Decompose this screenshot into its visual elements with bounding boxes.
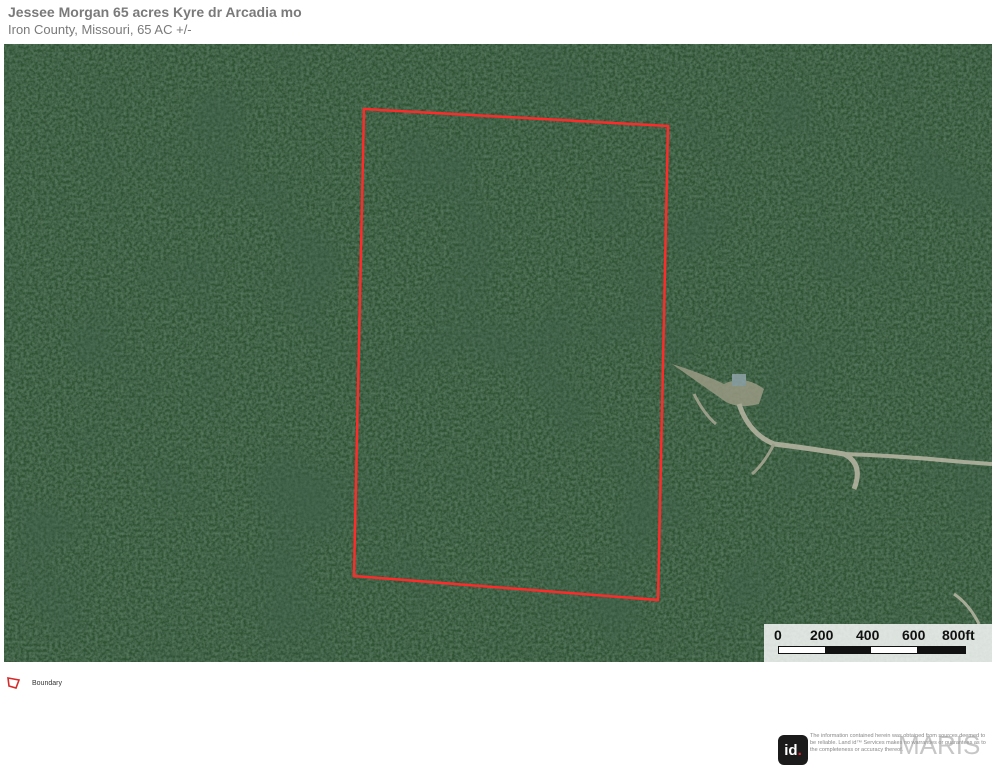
map-legend: Boundary — [6, 676, 62, 690]
map-title: Jessee Morgan 65 acres Kyre dr Arcadia m… — [8, 4, 302, 20]
map-subtitle: Iron County, Missouri, 65 AC +/- — [8, 22, 192, 37]
maris-watermark: MARIS — [898, 730, 981, 760]
scale-label-0: 0 — [774, 627, 782, 643]
scale-label-800ft: 800ft — [942, 627, 975, 643]
land-id-logo: id. — [778, 735, 808, 765]
building-roof — [732, 374, 746, 386]
scale-segment — [825, 647, 871, 653]
legend-label-boundary: Boundary — [32, 679, 62, 687]
satellite-imagery — [4, 44, 992, 662]
scale-label-600: 600 — [902, 627, 926, 643]
scale-track — [778, 646, 966, 654]
logo-dot: . — [797, 741, 802, 759]
scale-label-400: 400 — [856, 627, 880, 643]
scale-label-200: 200 — [810, 627, 834, 643]
scale-bar: 0 200 400 600 800ft — [764, 624, 992, 662]
logo-text: id — [784, 741, 798, 759]
boundary-polygon-icon — [7, 677, 21, 689]
scale-segment — [917, 647, 965, 653]
satellite-map[interactable]: 0 200 400 600 800ft — [4, 44, 992, 662]
